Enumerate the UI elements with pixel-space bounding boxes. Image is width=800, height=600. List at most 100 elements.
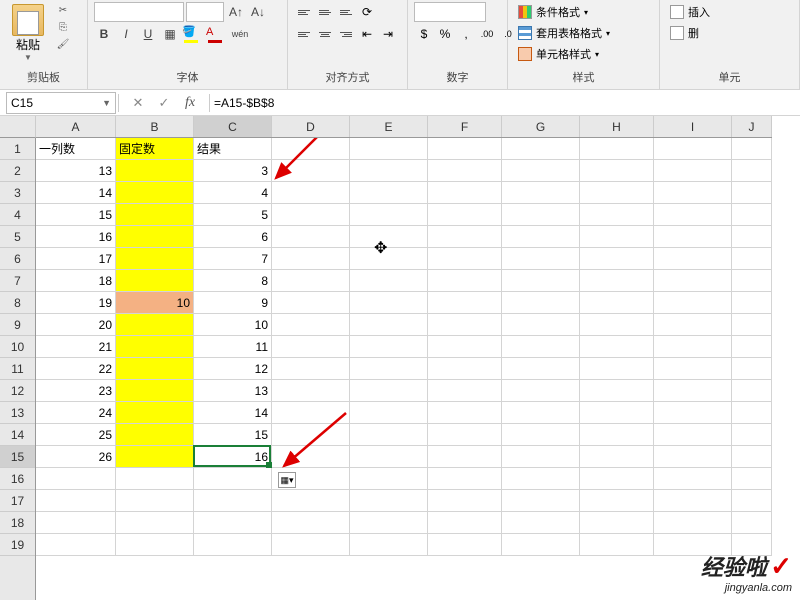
increase-font-button[interactable]: A↑ [226,2,246,22]
cell-F2[interactable] [428,160,502,182]
cell-F14[interactable] [428,424,502,446]
cell-E14[interactable] [350,424,428,446]
conditional-format-button[interactable]: 条件格式▾ [514,2,592,22]
cell-E5[interactable] [350,226,428,248]
cell-A13[interactable]: 24 [36,402,116,424]
cell-G2[interactable] [502,160,580,182]
cell-C17[interactable] [194,490,272,512]
row-header-19[interactable]: 19 [0,534,35,556]
cell-C8[interactable]: 9 [194,292,272,314]
cell-E3[interactable] [350,182,428,204]
align-middle-button[interactable] [315,2,335,22]
cell-A10[interactable]: 21 [36,336,116,358]
cell-B9[interactable] [116,314,194,336]
cell-D4[interactable] [272,204,350,226]
cell-B13[interactable] [116,402,194,424]
cell-I14[interactable] [654,424,732,446]
cell-C4[interactable]: 5 [194,204,272,226]
cell-D2[interactable] [272,160,350,182]
cell-B2[interactable] [116,160,194,182]
cells-container[interactable]: 一列数固定数结果13314415516617718819109201021112… [36,138,800,556]
cell-E11[interactable] [350,358,428,380]
cell-A11[interactable]: 22 [36,358,116,380]
cell-A6[interactable]: 17 [36,248,116,270]
cell-J10[interactable] [732,336,772,358]
cell-B18[interactable] [116,512,194,534]
autofill-options-button[interactable]: ▦▾ [278,472,296,488]
cell-J16[interactable] [732,468,772,490]
cell-H1[interactable] [580,138,654,160]
cell-A7[interactable]: 18 [36,270,116,292]
cell-H16[interactable] [580,468,654,490]
cell-J7[interactable] [732,270,772,292]
col-header-J[interactable]: J [732,116,772,137]
cell-B5[interactable] [116,226,194,248]
cell-B16[interactable] [116,468,194,490]
cell-C12[interactable]: 13 [194,380,272,402]
cell-B11[interactable] [116,358,194,380]
row-header-2[interactable]: 2 [0,160,35,182]
cell-A1[interactable]: 一列数 [36,138,116,160]
cancel-formula-button[interactable]: ✕ [129,94,147,112]
cell-H3[interactable] [580,182,654,204]
name-box[interactable]: C15 ▼ [6,92,116,114]
cell-D1[interactable] [272,138,350,160]
cell-style-button[interactable]: 单元格样式▾ [514,44,603,64]
cell-B10[interactable] [116,336,194,358]
cell-J4[interactable] [732,204,772,226]
col-header-D[interactable]: D [272,116,350,137]
cell-I17[interactable] [654,490,732,512]
cell-H13[interactable] [580,402,654,424]
bold-button[interactable]: B [94,24,114,44]
cell-I13[interactable] [654,402,732,424]
row-header-8[interactable]: 8 [0,292,35,314]
cell-E16[interactable] [350,468,428,490]
cell-F7[interactable] [428,270,502,292]
cell-I1[interactable] [654,138,732,160]
cell-F12[interactable] [428,380,502,402]
row-header-13[interactable]: 13 [0,402,35,424]
copy-button[interactable]: ⎘ [54,19,72,35]
cell-C16[interactable] [194,468,272,490]
cell-I12[interactable] [654,380,732,402]
cell-G1[interactable] [502,138,580,160]
cell-B14[interactable] [116,424,194,446]
row-header-5[interactable]: 5 [0,226,35,248]
cell-A14[interactable]: 25 [36,424,116,446]
cell-B8[interactable]: 10 [116,292,194,314]
row-header-14[interactable]: 14 [0,424,35,446]
cell-H8[interactable] [580,292,654,314]
col-header-I[interactable]: I [654,116,732,137]
cell-D6[interactable] [272,248,350,270]
cell-B12[interactable] [116,380,194,402]
cell-D17[interactable] [272,490,350,512]
cell-J12[interactable] [732,380,772,402]
row-header-10[interactable]: 10 [0,336,35,358]
cell-I11[interactable] [654,358,732,380]
cell-D12[interactable] [272,380,350,402]
cell-G17[interactable] [502,490,580,512]
align-top-button[interactable] [294,2,314,22]
row-header-6[interactable]: 6 [0,248,35,270]
cell-D10[interactable] [272,336,350,358]
cell-D8[interactable] [272,292,350,314]
phonetic-button[interactable]: wén [230,24,250,44]
cell-A3[interactable]: 14 [36,182,116,204]
cell-C9[interactable]: 10 [194,314,272,336]
cell-C10[interactable]: 11 [194,336,272,358]
align-center-button[interactable] [315,24,335,44]
fill-color-button[interactable]: 🪣 [182,24,204,44]
cell-G8[interactable] [502,292,580,314]
cell-H10[interactable] [580,336,654,358]
cell-J8[interactable] [732,292,772,314]
cell-E8[interactable] [350,292,428,314]
cell-A19[interactable] [36,534,116,556]
cell-B19[interactable] [116,534,194,556]
cell-I16[interactable] [654,468,732,490]
cell-I5[interactable] [654,226,732,248]
cell-A8[interactable]: 19 [36,292,116,314]
cell-E9[interactable] [350,314,428,336]
cell-H7[interactable] [580,270,654,292]
row-header-9[interactable]: 9 [0,314,35,336]
col-header-F[interactable]: F [428,116,502,137]
